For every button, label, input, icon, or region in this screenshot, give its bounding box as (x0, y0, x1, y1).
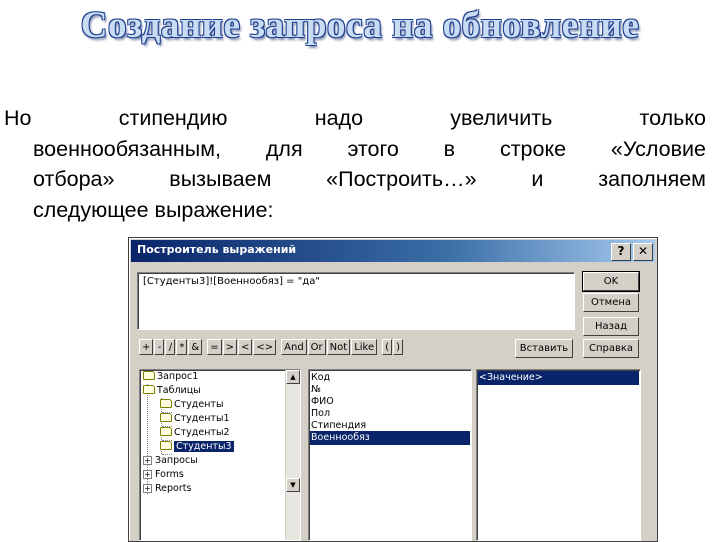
paragraph-line-3: отбора» вызываем «Построить…» и заполняе… (0, 164, 706, 195)
word: Но (4, 106, 32, 130)
word: только (639, 106, 706, 130)
folder-icon (160, 413, 172, 422)
tree-item[interactable]: Запрос1 (143, 370, 198, 384)
fields-list[interactable]: Код № ФИО Пол Стипендия Военнообяз (308, 369, 472, 541)
tree-item[interactable]: Студенты (160, 398, 223, 412)
tree-item[interactable]: + Forms (143, 468, 184, 482)
folder-icon (160, 441, 172, 450)
scroll-up-icon[interactable]: ▲ (286, 370, 300, 384)
dialog-titlebar[interactable]: Построитель выражений ? ✕ (131, 240, 655, 262)
folder-icon (160, 427, 172, 436)
tree-item[interactable]: + Запросы (143, 454, 198, 468)
folder-icon (143, 371, 155, 380)
word: заполняем (598, 167, 706, 191)
operator-button-like[interactable]: Like (351, 339, 378, 355)
slide-title: Создание запроса на обновление (80, 5, 640, 46)
operator-button-plus[interactable]: + (139, 339, 154, 355)
ok-button[interactable]: OK (582, 271, 640, 292)
word: «Условие (610, 136, 706, 161)
operator-button-less[interactable]: < (237, 339, 253, 355)
cancel-button[interactable]: Отмена (583, 293, 639, 312)
object-tree[interactable]: Запрос1 Таблицы Студенты Студенты1 Студе… (139, 369, 301, 541)
tree-item[interactable]: + Reports (143, 482, 191, 496)
paragraph-line-1: Но стипендию надо увеличить только (0, 103, 706, 134)
list-item-selected[interactable]: Военнообяз (310, 431, 470, 445)
operator-button-not[interactable]: Not (326, 339, 351, 355)
operator-button-divide[interactable]: / (165, 339, 176, 355)
expression-builder-dialog: Построитель выражений ? ✕ [Студенты3]![В… (128, 237, 658, 542)
word: надо (314, 106, 364, 130)
dialog-title: Построитель выражений (137, 243, 297, 256)
operator-button-and[interactable]: And (281, 339, 307, 355)
values-list[interactable]: <Значение> (476, 369, 641, 541)
word: этого (347, 136, 399, 161)
operator-button-concat[interactable]: & (188, 339, 203, 355)
operator-button-multiply[interactable]: * (176, 339, 188, 355)
word: вызываем (169, 167, 272, 191)
list-item-selected[interactable]: <Значение> (478, 371, 639, 385)
tree-scrollbar[interactable]: ▲ ▼ (285, 370, 300, 540)
paragraph-line-2: военнообязанным, для этого в строке «Усл… (0, 134, 706, 165)
scroll-down-icon[interactable]: ▼ (286, 478, 300, 492)
word: «Построить…» (326, 167, 477, 191)
word: отбора» (33, 167, 115, 191)
word: и (531, 167, 544, 191)
word: строке (499, 136, 567, 161)
word: увеличить (450, 106, 553, 130)
operator-button-close-paren[interactable]: ) (393, 339, 404, 355)
paste-button[interactable]: Вставить (515, 339, 573, 358)
operator-button-open-paren[interactable]: ( (382, 339, 393, 355)
expression-input[interactable]: [Студенты3]![Военнообяз] = "да" (137, 272, 575, 330)
help-title-button[interactable]: ? (611, 243, 631, 261)
operator-button-or[interactable]: Or (307, 339, 326, 355)
close-icon[interactable]: ✕ (633, 243, 653, 261)
word: военнообязанным, (33, 136, 222, 161)
paragraph-line-4: следующее выражение: (33, 197, 274, 222)
operator-button-equal[interactable]: = (207, 339, 222, 355)
operator-toolbar: + - / * & = > < <> And Or Not Like ( ) (139, 339, 404, 355)
tree-item[interactable]: Таблицы (143, 384, 201, 398)
plus-box-icon[interactable]: + (143, 456, 152, 465)
folder-icon (160, 399, 172, 408)
operator-button-minus[interactable]: - (154, 339, 165, 355)
folder-open-icon (143, 385, 155, 394)
slide-paragraph: Но стипендию надо увеличить только военн… (0, 103, 706, 225)
operator-button-greater[interactable]: > (222, 339, 237, 355)
operator-button-not-equal[interactable]: <> (253, 339, 277, 355)
tree-item-selected[interactable]: Студенты3 (160, 440, 234, 454)
tree-item[interactable]: Студенты1 (160, 412, 230, 426)
plus-box-icon[interactable]: + (143, 470, 152, 479)
back-button[interactable]: Назад (583, 317, 639, 336)
plus-box-icon[interactable]: + (143, 484, 152, 493)
help-button[interactable]: Справка (583, 339, 639, 358)
word: для (265, 136, 303, 161)
tree-item[interactable]: Студенты2 (160, 426, 230, 440)
word: в (443, 136, 456, 161)
word: стипендию (118, 106, 228, 130)
